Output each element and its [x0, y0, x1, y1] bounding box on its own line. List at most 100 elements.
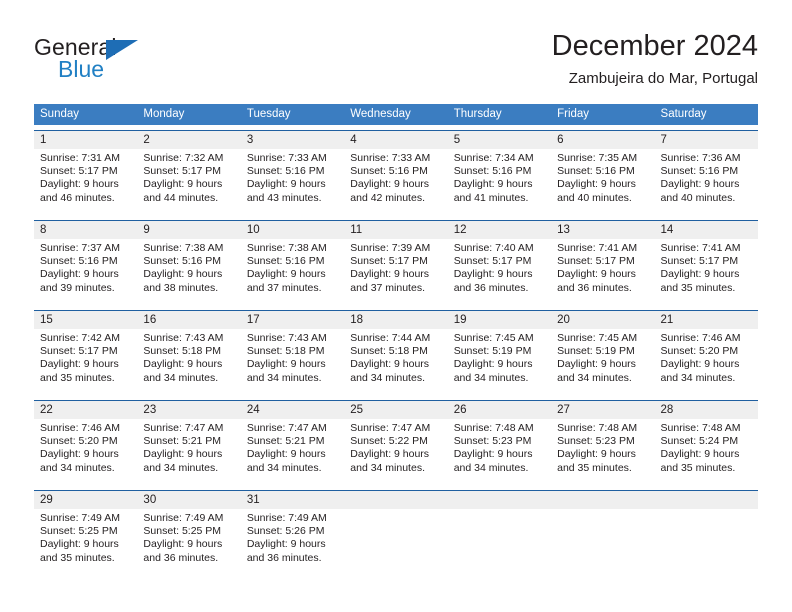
daylight-text-line1: Daylight: 9 hours: [143, 358, 223, 371]
sunset-text: Sunset: 5:16 PM: [350, 165, 428, 178]
day-cell[interactable]: Sunrise: 7:42 AM Sunset: 5:17 PM Dayligh…: [34, 329, 137, 395]
day-cell[interactable]: Sunrise: 7:35 AM Sunset: 5:16 PM Dayligh…: [551, 149, 654, 215]
day-number[interactable]: 2: [137, 131, 240, 149]
daylight-text-line1: Daylight: 9 hours: [40, 448, 119, 461]
day-cell[interactable]: Sunrise: 7:47 AM Sunset: 5:22 PM Dayligh…: [344, 419, 447, 485]
day-number[interactable]: 6: [551, 131, 654, 149]
day-cell[interactable]: Sunrise: 7:48 AM Sunset: 5:23 PM Dayligh…: [448, 419, 551, 485]
week-date-numbers: 29 30 31: [34, 491, 758, 509]
day-number[interactable]: 23: [137, 401, 240, 419]
triangle-icon: [106, 40, 138, 60]
day-number[interactable]: 31: [241, 491, 344, 509]
day-number[interactable]: 11: [344, 221, 447, 239]
day-number-empty: [344, 491, 447, 509]
day-number[interactable]: 26: [448, 401, 551, 419]
day-cell[interactable]: Sunrise: 7:39 AM Sunset: 5:17 PM Dayligh…: [344, 239, 447, 305]
logo-word-blue: Blue: [58, 56, 105, 82]
day-cell[interactable]: Sunrise: 7:41 AM Sunset: 5:17 PM Dayligh…: [655, 239, 758, 305]
day-cell[interactable]: Sunrise: 7:45 AM Sunset: 5:19 PM Dayligh…: [551, 329, 654, 395]
sunset-text: Sunset: 5:21 PM: [246, 435, 325, 448]
day-number[interactable]: 28: [655, 401, 758, 419]
daylight-text-line1: Daylight: 9 hours: [350, 358, 430, 371]
day-cell[interactable]: Sunrise: 7:34 AM Sunset: 5:16 PM Dayligh…: [448, 149, 551, 215]
day-number[interactable]: 1: [34, 131, 137, 149]
sunset-text: Sunset: 5:18 PM: [143, 345, 222, 358]
day-number[interactable]: 14: [655, 221, 758, 239]
daylight-text-line1: Daylight: 9 hours: [143, 538, 223, 551]
daylight-text-line2: and 35 minutes.: [660, 461, 736, 474]
day-number[interactable]: 13: [551, 221, 654, 239]
day-cell[interactable]: Sunrise: 7:33 AM Sunset: 5:16 PM Dayligh…: [241, 149, 344, 215]
day-number[interactable]: 8: [34, 221, 137, 239]
daylight-text-line1: Daylight: 9 hours: [246, 448, 326, 461]
day-cell[interactable]: Sunrise: 7:37 AM Sunset: 5:16 PM Dayligh…: [34, 239, 137, 305]
daylight-text-line1: Daylight: 9 hours: [660, 448, 740, 461]
sunset-text: Sunset: 5:19 PM: [453, 345, 532, 358]
day-cell[interactable]: Sunrise: 7:45 AM Sunset: 5:19 PM Dayligh…: [448, 329, 551, 395]
day-cell[interactable]: Sunrise: 7:49 AM Sunset: 5:26 PM Dayligh…: [241, 509, 344, 575]
day-cell[interactable]: Sunrise: 7:38 AM Sunset: 5:16 PM Dayligh…: [241, 239, 344, 305]
day-number[interactable]: 4: [344, 131, 447, 149]
daylight-text-line2: and 34 minutes.: [143, 371, 219, 384]
day-number[interactable]: 19: [448, 311, 551, 329]
day-number[interactable]: 7: [655, 131, 758, 149]
day-cell[interactable]: Sunrise: 7:43 AM Sunset: 5:18 PM Dayligh…: [137, 329, 240, 395]
daylight-text-line2: and 40 minutes.: [660, 191, 736, 204]
daylight-text-line1: Daylight: 9 hours: [40, 358, 119, 371]
sunrise-text: Sunrise: 7:37 AM: [40, 242, 120, 254]
day-number[interactable]: 29: [34, 491, 137, 509]
daylight-text-line1: Daylight: 9 hours: [660, 268, 740, 281]
day-cell[interactable]: Sunrise: 7:49 AM Sunset: 5:25 PM Dayligh…: [34, 509, 137, 575]
sunrise-text: Sunrise: 7:32 AM: [143, 152, 224, 164]
week-date-numbers: 8 9 10 11 12 13 14: [34, 221, 758, 239]
sunset-text: Sunset: 5:23 PM: [557, 435, 635, 448]
day-cell[interactable]: Sunrise: 7:47 AM Sunset: 5:21 PM Dayligh…: [241, 419, 344, 485]
week-date-numbers: 15 16 17 18 19 20 21: [34, 311, 758, 329]
day-cell[interactable]: Sunrise: 7:43 AM Sunset: 5:18 PM Dayligh…: [241, 329, 344, 395]
day-number[interactable]: 10: [241, 221, 344, 239]
day-number[interactable]: 21: [655, 311, 758, 329]
sunrise-text: Sunrise: 7:47 AM: [143, 422, 224, 434]
day-cell[interactable]: Sunrise: 7:48 AM Sunset: 5:23 PM Dayligh…: [551, 419, 654, 485]
day-number[interactable]: 27: [551, 401, 654, 419]
day-cell[interactable]: Sunrise: 7:33 AM Sunset: 5:16 PM Dayligh…: [344, 149, 447, 215]
sunset-text: Sunset: 5:17 PM: [660, 255, 739, 268]
day-number[interactable]: 20: [551, 311, 654, 329]
day-number[interactable]: 22: [34, 401, 137, 419]
day-cell[interactable]: Sunrise: 7:49 AM Sunset: 5:25 PM Dayligh…: [137, 509, 240, 575]
day-number[interactable]: 16: [137, 311, 240, 329]
day-number[interactable]: 5: [448, 131, 551, 149]
day-cell[interactable]: Sunrise: 7:32 AM Sunset: 5:17 PM Dayligh…: [137, 149, 240, 215]
day-cell[interactable]: Sunrise: 7:46 AM Sunset: 5:20 PM Dayligh…: [655, 329, 758, 395]
day-number[interactable]: 9: [137, 221, 240, 239]
day-cell[interactable]: Sunrise: 7:47 AM Sunset: 5:21 PM Dayligh…: [137, 419, 240, 485]
daylight-text-line1: Daylight: 9 hours: [453, 178, 533, 191]
day-number[interactable]: 24: [241, 401, 344, 419]
day-cell[interactable]: Sunrise: 7:31 AM Sunset: 5:17 PM Dayligh…: [34, 149, 137, 215]
day-cell[interactable]: Sunrise: 7:38 AM Sunset: 5:16 PM Dayligh…: [137, 239, 240, 305]
day-number[interactable]: 3: [241, 131, 344, 149]
daylight-text-line2: and 36 minutes.: [557, 281, 632, 294]
weekday-header-wednesday: Wednesday: [350, 108, 411, 120]
daylight-text-line1: Daylight: 9 hours: [350, 448, 430, 461]
sunrise-text: Sunrise: 7:46 AM: [660, 332, 741, 344]
sunrise-text: Sunrise: 7:31 AM: [40, 152, 120, 164]
day-number[interactable]: 18: [344, 311, 447, 329]
week-day-details: Sunrise: 7:37 AM Sunset: 5:16 PM Dayligh…: [34, 239, 758, 305]
day-number[interactable]: 25: [344, 401, 447, 419]
day-cell[interactable]: Sunrise: 7:48 AM Sunset: 5:24 PM Dayligh…: [655, 419, 758, 485]
day-number[interactable]: 12: [448, 221, 551, 239]
day-cell[interactable]: Sunrise: 7:46 AM Sunset: 5:20 PM Dayligh…: [34, 419, 137, 485]
daylight-text-line1: Daylight: 9 hours: [143, 268, 223, 281]
day-cell[interactable]: Sunrise: 7:36 AM Sunset: 5:16 PM Dayligh…: [655, 149, 758, 215]
daylight-text-line2: and 35 minutes.: [660, 281, 736, 294]
day-cell[interactable]: Sunrise: 7:40 AM Sunset: 5:17 PM Dayligh…: [448, 239, 551, 305]
sunrise-text: Sunrise: 7:43 AM: [246, 332, 327, 344]
day-number[interactable]: 30: [137, 491, 240, 509]
day-cell[interactable]: Sunrise: 7:41 AM Sunset: 5:17 PM Dayligh…: [551, 239, 654, 305]
day-cell[interactable]: Sunrise: 7:44 AM Sunset: 5:18 PM Dayligh…: [344, 329, 447, 395]
day-number[interactable]: 17: [241, 311, 344, 329]
general-blue-logo[interactable]: General Blue: [34, 34, 224, 90]
day-number[interactable]: 15: [34, 311, 137, 329]
day-number-empty: [655, 491, 758, 509]
